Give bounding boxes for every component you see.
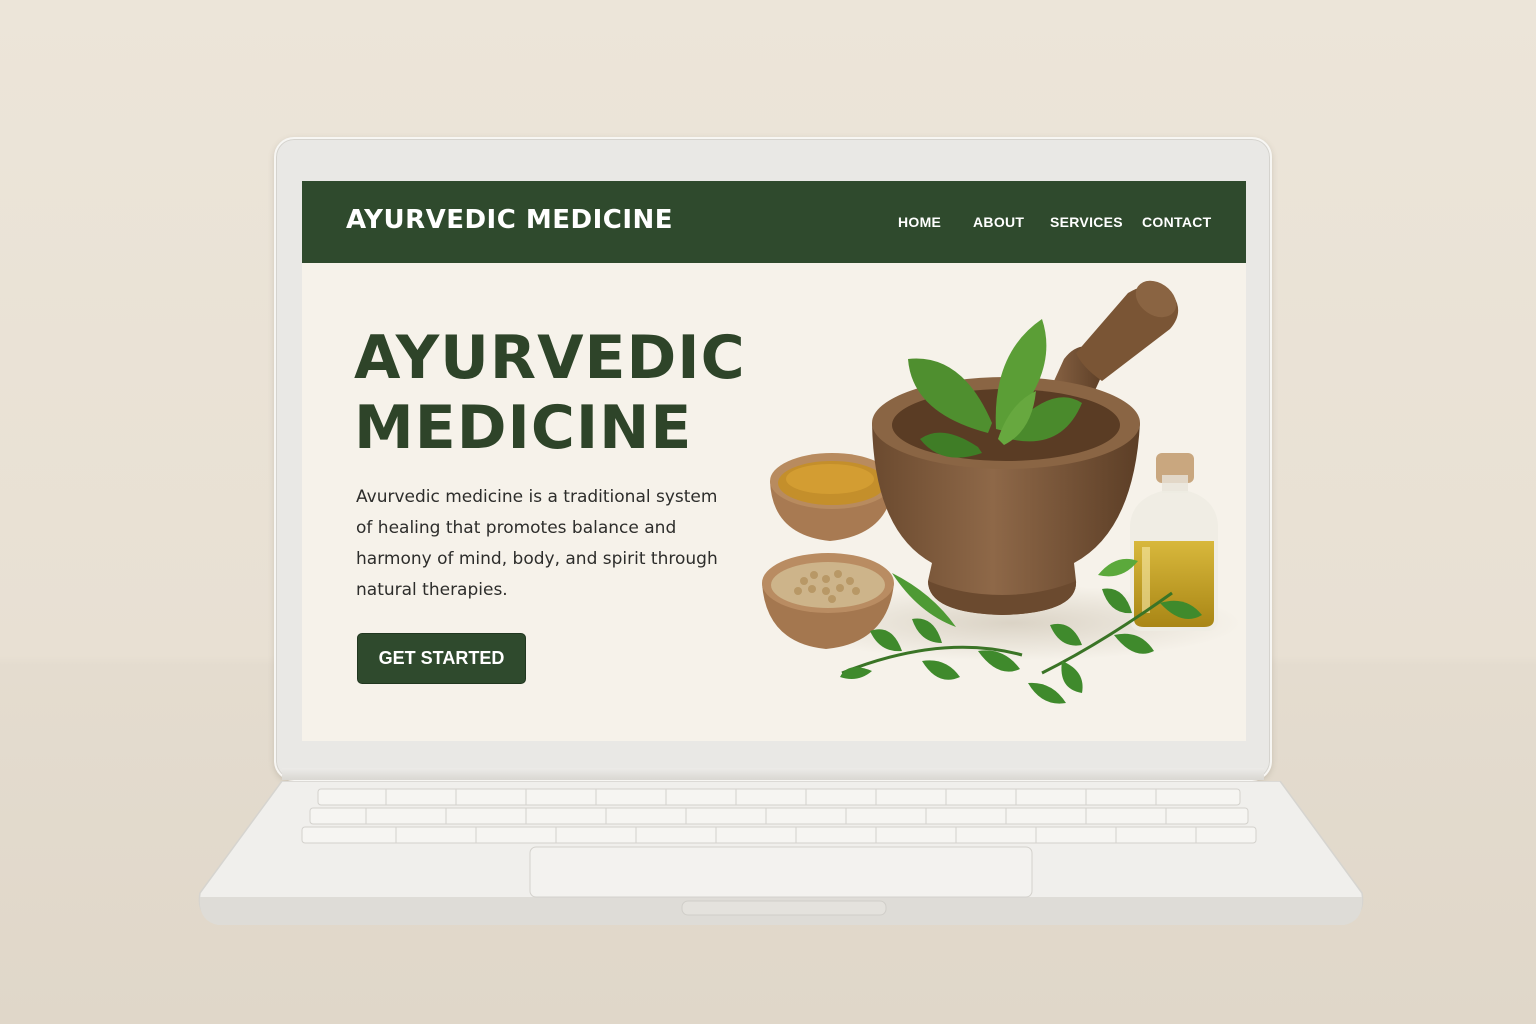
nav-services-link[interactable]: SERVICES <box>1050 214 1123 230</box>
laptop-hinge <box>282 768 1264 780</box>
nav-contact-link[interactable]: CONTACT <box>1142 214 1212 230</box>
get-started-button[interactable]: GET STARTED <box>357 633 526 684</box>
mortar-pestle-herbs-spices-oil-icon <box>762 280 1242 704</box>
nav-home-link[interactable]: HOME <box>898 214 941 230</box>
hero-description: Avurvedic medicine is a traditional syst… <box>356 487 718 600</box>
site-logo-text[interactable]: AYURVEDIC MEDICINE <box>346 205 673 235</box>
hero-heading: AYURVEDIC MEDICINE <box>354 323 774 463</box>
laptop-screen: AYURVEDIC MEDICINE HOME ABOUT SERVICES C… <box>302 181 1246 741</box>
nav-about-link[interactable]: ABOUT <box>973 214 1024 230</box>
top-navbar: AYURVEDIC MEDICINE HOME ABOUT SERVICES C… <box>302 181 1246 263</box>
laptop-keyboard-base <box>198 781 1364 925</box>
turmeric-bowl-icon <box>770 453 894 541</box>
hero-heading-line2: MEDICINE <box>354 393 693 463</box>
hero-heading-line1: AYURVEDIC <box>354 323 746 393</box>
